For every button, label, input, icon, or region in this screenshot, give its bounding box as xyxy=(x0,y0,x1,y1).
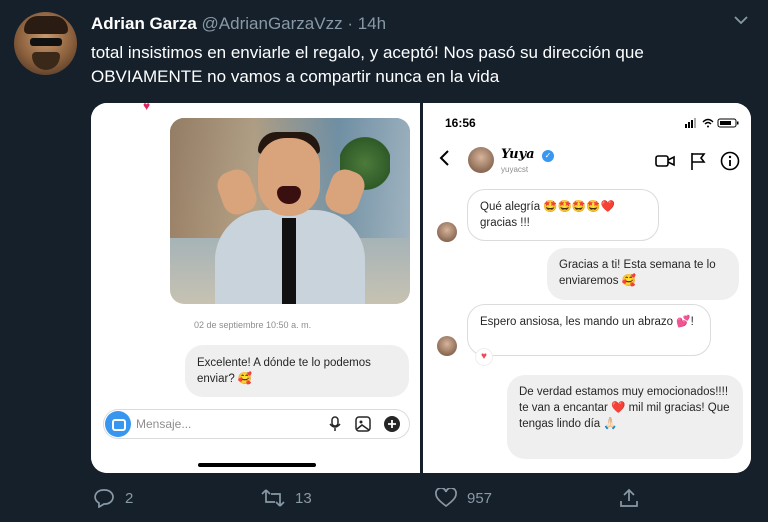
tweet-text: total insistimos en enviarle el regalo, … xyxy=(91,43,644,86)
retweet-button[interactable]: 13 xyxy=(261,488,312,510)
microphone-icon[interactable] xyxy=(326,415,344,433)
plus-icon[interactable] xyxy=(383,415,401,433)
incoming-message: Espero ansiosa, les mando un abrazo 💕! xyxy=(467,304,711,356)
retweet-count: 13 xyxy=(295,489,312,507)
author-handle[interactable]: @AdrianGarzaVzz xyxy=(202,14,343,33)
verified-icon: ✓ xyxy=(542,150,554,162)
sender-avatar xyxy=(437,222,457,242)
author-avatar[interactable] xyxy=(14,12,77,75)
contact-name[interactable]: Yuya xyxy=(501,147,535,162)
home-indicator xyxy=(198,463,316,467)
time-separator: · xyxy=(347,14,353,33)
share-button[interactable] xyxy=(619,488,639,510)
gif-image xyxy=(170,118,410,304)
reply-button[interactable]: 2 xyxy=(93,488,133,510)
like-button[interactable]: 957 xyxy=(435,487,493,510)
message-timestamp: 02 de septiembre 10:50 a. m. xyxy=(194,320,312,330)
contact-avatar[interactable] xyxy=(468,147,494,173)
like-count: 957 xyxy=(467,489,493,507)
incoming-message: Qué alegría 🤩🤩🤩🤩❤️ gracias !!! xyxy=(467,189,659,241)
retweet-icon xyxy=(261,489,285,507)
right-dm-screenshot: 16:56 Yuya ✓ yuyacst Qué alegría 🤩🤩🤩🤩❤️ … xyxy=(423,103,751,473)
heart-reaction-icon: ♥ xyxy=(475,348,493,366)
outgoing-message: De verdad estamos muy emocionados!!!! te… xyxy=(507,375,743,459)
back-icon[interactable] xyxy=(437,149,451,167)
tweet-media[interactable]: ♥ 02 de septiembre 10:50 a. m. Excelente… xyxy=(91,103,751,473)
status-icons xyxy=(685,118,739,128)
camera-icon[interactable] xyxy=(105,411,131,437)
sender-avatar xyxy=(437,336,457,356)
tweet-time[interactable]: 14h xyxy=(358,14,386,33)
heart-reaction-icon: ♥ xyxy=(143,103,151,113)
reply-icon xyxy=(94,489,114,509)
message-composer[interactable]: Mensaje... xyxy=(103,409,410,439)
chevron-down-icon[interactable] xyxy=(733,12,749,28)
share-icon xyxy=(620,488,638,507)
status-bar-time: 16:56 xyxy=(445,116,476,130)
outgoing-message: Gracias a ti! Esta semana te lo enviarem… xyxy=(547,248,739,300)
tweet-header: Adrian Garza @AdrianGarzaVzz · 14h xyxy=(91,14,386,34)
reply-count: 2 xyxy=(125,489,134,507)
left-dm-screenshot: ♥ 02 de septiembre 10:50 a. m. Excelente… xyxy=(91,103,420,473)
contact-handle: yuyacst xyxy=(501,165,529,174)
message-input[interactable]: Mensaje... xyxy=(136,417,191,431)
flag-icon[interactable] xyxy=(688,151,708,171)
video-call-icon[interactable] xyxy=(655,151,675,171)
author-name[interactable]: Adrian Garza xyxy=(91,14,197,33)
info-icon[interactable] xyxy=(720,151,740,171)
outgoing-message: Excelente! A dónde te lo podemos enviar?… xyxy=(185,345,409,397)
like-icon xyxy=(435,487,457,508)
image-icon[interactable] xyxy=(354,415,372,433)
